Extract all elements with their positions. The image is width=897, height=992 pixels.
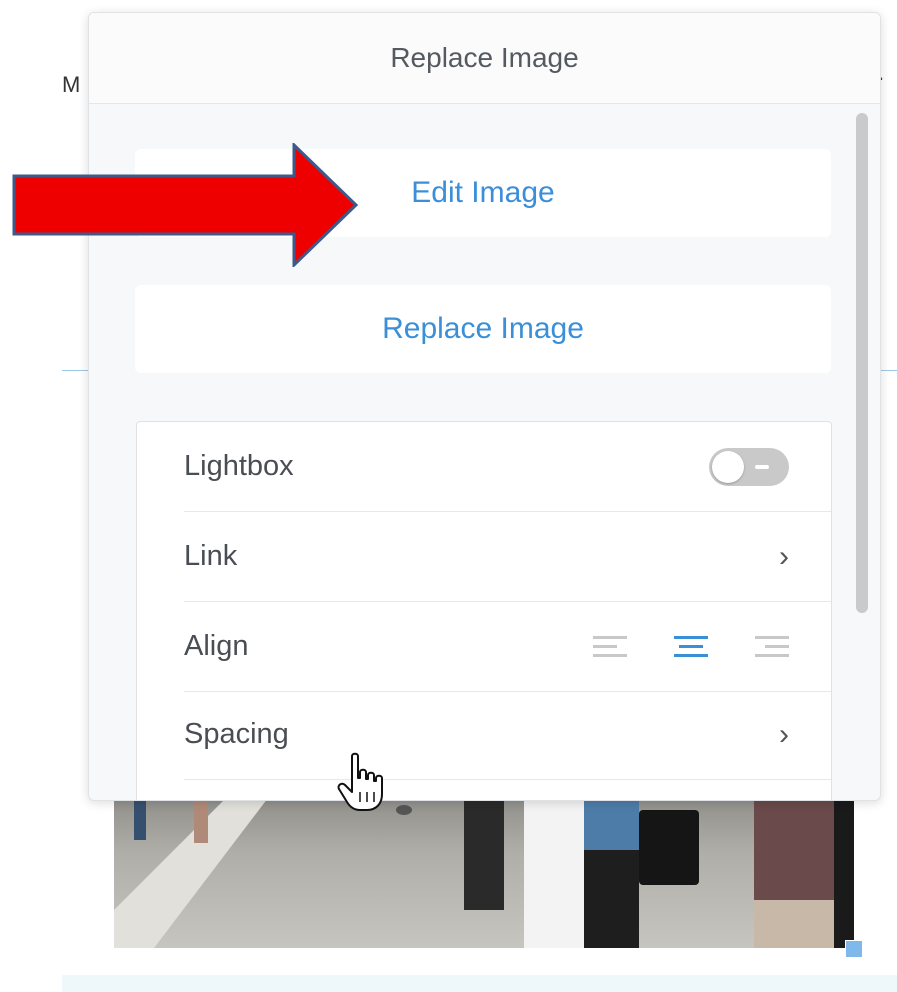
resize-handle[interactable]: [845, 940, 863, 958]
align-label: Align: [184, 630, 249, 662]
image-settings-panel: Replace Image Edit Image Replace Image L…: [88, 12, 881, 801]
hand-pointer-icon: [337, 752, 383, 811]
chevron-right-icon[interactable]: ›: [779, 719, 789, 750]
settings-list: Lightbox Link › Align Spacing ›: [136, 421, 832, 800]
setting-row-lightbox: Lightbox: [184, 422, 831, 512]
setting-row-link[interactable]: Link ›: [184, 512, 831, 602]
setting-row-spacing[interactable]: Spacing ›: [184, 690, 831, 780]
panel-title: Replace Image: [89, 13, 880, 104]
lightbox-toggle[interactable]: [709, 447, 789, 486]
lightbox-label: Lightbox: [184, 450, 294, 482]
scrollbar[interactable]: [856, 113, 868, 613]
link-label: Link: [184, 540, 238, 572]
align-right-icon[interactable]: [753, 632, 789, 662]
background-text: M: [62, 72, 81, 97]
selected-image[interactable]: [114, 790, 854, 948]
scrollbar-thumb[interactable]: [856, 113, 868, 613]
replace-image-button[interactable]: Replace Image: [135, 285, 831, 373]
setting-row-align: Align: [184, 602, 831, 692]
toggle-knob: [712, 450, 744, 483]
spacing-label: Spacing: [184, 718, 289, 750]
chevron-right-icon[interactable]: ›: [779, 541, 789, 572]
toggle-off-icon: [755, 464, 769, 469]
align-left-icon[interactable]: [593, 632, 629, 662]
annotation-arrow-icon: [12, 143, 359, 267]
align-center-icon[interactable]: [673, 632, 709, 662]
street-photo-illustration: [114, 790, 854, 948]
page-strip: [62, 975, 897, 992]
align-options: [593, 632, 789, 662]
